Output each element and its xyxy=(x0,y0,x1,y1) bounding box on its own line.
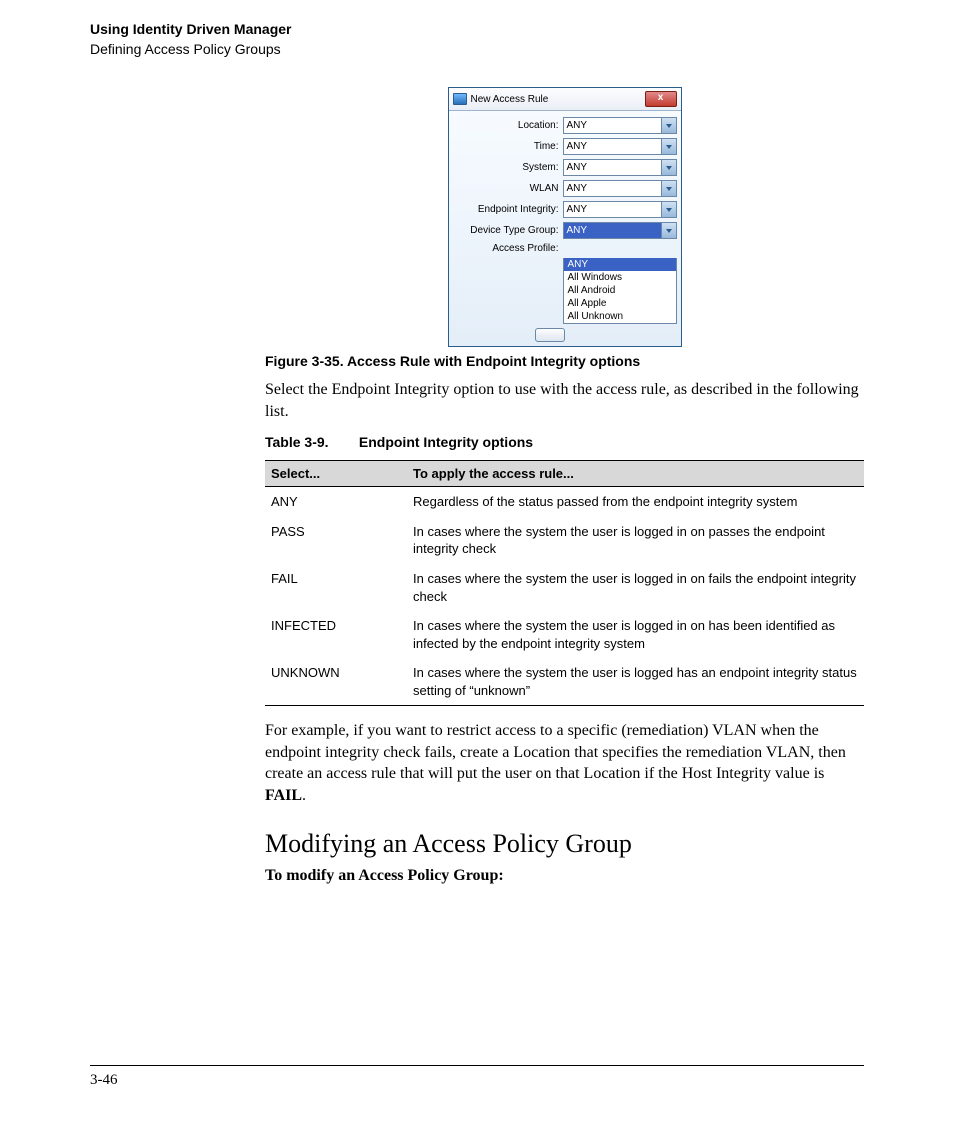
figure: New Access Rule x Location: ANY Time: xyxy=(265,87,864,347)
chevron-down-icon xyxy=(661,160,676,175)
body-paragraph: For example, if you want to restrict acc… xyxy=(265,720,864,806)
option-name: INFECTED xyxy=(265,611,407,658)
chevron-down-icon xyxy=(661,139,676,154)
table-row: FAIL In cases where the system the user … xyxy=(265,564,864,611)
dialog-body: Location: ANY Time: ANY xyxy=(449,111,681,346)
chevron-down-icon xyxy=(661,223,676,238)
wlan-combobox[interactable]: ANY xyxy=(563,180,677,197)
window-monitor-icon xyxy=(453,93,467,105)
device-type-group-label: Device Type Group: xyxy=(453,225,563,236)
option-name: ANY xyxy=(265,487,407,517)
access-profile-label: Access Profile: xyxy=(453,243,563,254)
table-number: Table 3-9. xyxy=(265,434,355,450)
dropdown-option[interactable]: All Unknown xyxy=(564,310,676,323)
device-type-group-value: ANY xyxy=(564,223,661,238)
endpoint-integrity-options-table: Select... To apply the access rule... AN… xyxy=(265,460,864,706)
table-caption: Table 3-9. Endpoint Integrity options xyxy=(265,434,864,450)
dialog-button-partial[interactable] xyxy=(535,328,565,342)
dropdown-option[interactable]: ANY xyxy=(564,258,676,271)
option-name: FAIL xyxy=(265,564,407,611)
dropdown-option[interactable]: All Apple xyxy=(564,297,676,310)
location-label: Location: xyxy=(453,120,563,131)
close-button[interactable]: x xyxy=(645,91,677,107)
page-header: Using Identity Driven Manager Defining A… xyxy=(90,20,864,59)
wlan-value: ANY xyxy=(564,181,661,196)
option-desc: In cases where the system the user is lo… xyxy=(407,564,864,611)
table-header-select: Select... xyxy=(265,461,407,487)
time-combobox[interactable]: ANY xyxy=(563,138,677,155)
para-bold: FAIL xyxy=(265,787,302,804)
option-desc: In cases where the system the user is lo… xyxy=(407,517,864,564)
table-title: Endpoint Integrity options xyxy=(359,434,533,450)
device-type-group-combobox[interactable]: ANY xyxy=(563,222,677,239)
time-value: ANY xyxy=(564,139,661,154)
chevron-down-icon xyxy=(661,118,676,133)
option-name: PASS xyxy=(265,517,407,564)
page-number: 3-46 xyxy=(90,1072,864,1089)
endpoint-integrity-label: Endpoint Integrity: xyxy=(453,204,563,215)
table-header-apply: To apply the access rule... xyxy=(407,461,864,487)
dropdown-option[interactable]: All Windows xyxy=(564,271,676,284)
body-paragraph: Select the Endpoint Integrity option to … xyxy=(265,379,864,422)
dialog-titlebar: New Access Rule x xyxy=(449,88,681,111)
procedure-intro: To modify an Access Policy Group: xyxy=(265,867,864,885)
location-combobox[interactable]: ANY xyxy=(563,117,677,134)
wlan-label: WLAN xyxy=(453,183,563,194)
figure-caption: Figure 3-35. Access Rule with Endpoint I… xyxy=(265,353,864,369)
option-name: UNKNOWN xyxy=(265,658,407,706)
chevron-down-icon xyxy=(661,181,676,196)
option-desc: In cases where the system the user is lo… xyxy=(407,611,864,658)
location-value: ANY xyxy=(564,118,661,133)
chevron-down-icon xyxy=(661,202,676,217)
option-desc: In cases where the system the user is lo… xyxy=(407,658,864,706)
system-value: ANY xyxy=(564,160,661,175)
system-label: System: xyxy=(453,162,563,173)
table-row: UNKNOWN In cases where the system the us… xyxy=(265,658,864,706)
dialog-title: New Access Rule xyxy=(471,94,645,105)
new-access-rule-dialog: New Access Rule x Location: ANY Time: xyxy=(448,87,682,347)
table-row: ANY Regardless of the status passed from… xyxy=(265,487,864,517)
para-text: For example, if you want to restrict acc… xyxy=(265,722,846,782)
section-heading: Modifying an Access Policy Group xyxy=(265,829,864,859)
system-combobox[interactable]: ANY xyxy=(563,159,677,176)
dropdown-option[interactable]: All Android xyxy=(564,284,676,297)
table-row: PASS In cases where the system the user … xyxy=(265,517,864,564)
endpoint-integrity-combobox[interactable]: ANY xyxy=(563,201,677,218)
device-type-group-dropdown[interactable]: ANY All Windows All Android All Apple Al… xyxy=(563,258,677,324)
table-row: INFECTED In cases where the system the u… xyxy=(265,611,864,658)
option-desc: Regardless of the status passed from the… xyxy=(407,487,864,517)
endpoint-integrity-value: ANY xyxy=(564,202,661,217)
chapter-title: Using Identity Driven Manager xyxy=(90,20,864,40)
footer-rule xyxy=(90,1065,864,1066)
section-title: Defining Access Policy Groups xyxy=(90,40,864,60)
time-label: Time: xyxy=(453,141,563,152)
para-text: . xyxy=(302,787,306,804)
